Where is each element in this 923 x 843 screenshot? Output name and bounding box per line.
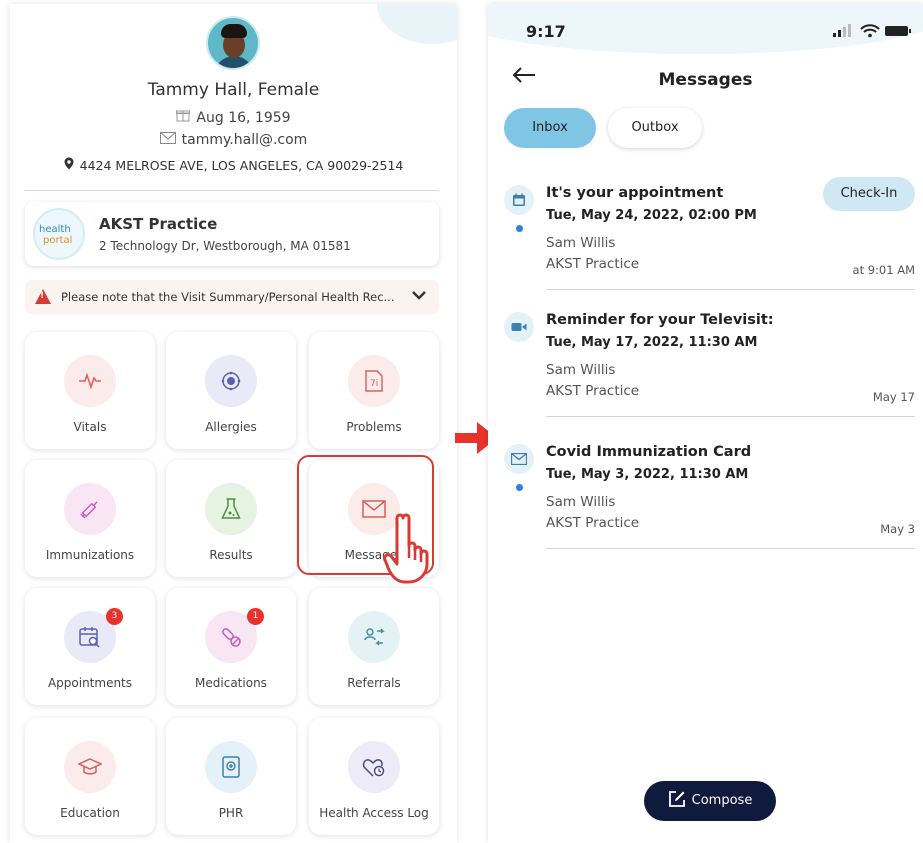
chevron-down-icon[interactable] [411, 286, 427, 305]
tab-outbox[interactable]: Outbox [608, 108, 702, 148]
tile-label: Medications [195, 676, 267, 690]
profile-address: 4424 MELROSE AVE, LOS ANGELES, CA 90029-… [10, 157, 457, 174]
address-text: 4424 MELROSE AVE, LOS ANGELES, CA 90029-… [79, 158, 404, 173]
tile-problems[interactable]: 7i Problems [309, 332, 439, 449]
message-practice: AKST Practice [546, 256, 640, 272]
tile-label: Results [209, 548, 253, 562]
health-portal-logo: health portal [33, 208, 85, 260]
page-title: Messages [658, 70, 753, 90]
tile-label: Referrals [347, 676, 401, 690]
divider [546, 416, 915, 417]
tile-label: Vitals [73, 420, 107, 434]
notice-banner[interactable]: ! Please note that the Visit Summary/Per… [25, 280, 439, 314]
message-subject: Covid Immunization Card [546, 444, 752, 460]
divider [546, 548, 915, 549]
video-icon [504, 312, 534, 342]
status-time: 9:17 [526, 22, 566, 41]
divider [24, 190, 439, 191]
notification-badge: 1 [247, 608, 264, 625]
tile-education[interactable]: Education [25, 718, 155, 835]
tile-label: Problems [346, 420, 402, 434]
message-time: May 17 [872, 390, 915, 404]
document-icon: 7i [348, 355, 400, 407]
message-sender: Sam Willis [546, 494, 616, 510]
message-practice: AKST Practice [546, 515, 640, 531]
calendar-icon [504, 185, 534, 215]
unread-dot [516, 225, 523, 232]
tile-label: Allergies [205, 420, 257, 434]
envelope-icon [504, 444, 534, 474]
tile-referrals[interactable]: Referrals [309, 588, 439, 705]
tile-label: Health Access Log [319, 806, 429, 820]
message-sender: Sam Willis [546, 235, 616, 251]
heartbeat-icon [64, 355, 116, 407]
avatar[interactable] [206, 16, 260, 70]
message-item[interactable]: Covid Immunization Card Tue, May 3, 2022… [488, 444, 923, 570]
dashboard-screen: Tammy Hall, Female Aug 16, 1959 tammy.ha… [10, 4, 457, 843]
practice-card[interactable]: health portal AKST Practice 2 Technology … [25, 202, 439, 266]
message-item[interactable]: It's your appointment Tue, May 24, 2022,… [488, 177, 923, 311]
location-pin-icon [64, 157, 74, 174]
check-in-button[interactable]: Check-In [823, 177, 915, 211]
practice-address: 2 Technology Dr, Westborough, MA 01581 [99, 239, 351, 253]
access-log-icon [348, 741, 400, 793]
unread-dot [516, 484, 523, 491]
notification-badge: 3 [106, 608, 123, 625]
divider [546, 289, 915, 290]
tile-immunizations[interactable]: Immunizations [25, 460, 155, 577]
tile-allergies[interactable]: Allergies [166, 332, 296, 449]
compose-button[interactable]: Compose [644, 781, 776, 821]
tile-label: Immunizations [45, 548, 135, 562]
tile-phr[interactable]: PHR [166, 718, 296, 835]
tile-results[interactable]: Results [166, 460, 296, 577]
decorative-blob [377, 4, 457, 44]
email-text: tammy.hall@.com [181, 132, 308, 148]
messages-screen: 9:17 Messages Inbox Outbox It's your app… [488, 4, 923, 843]
profile-email: tammy.hall@.com [10, 132, 457, 148]
pointing-hand-icon [383, 513, 429, 584]
syringe-icon [64, 483, 116, 535]
message-item[interactable]: Reminder for your Televisit: Tue, May 17… [488, 312, 923, 438]
flask-icon [205, 483, 257, 535]
graduation-cap-icon [64, 741, 116, 793]
message-datetime: Tue, May 24, 2022, 02:00 PM [546, 208, 757, 223]
notice-text: Please note that the Visit Summary/Perso… [61, 290, 395, 304]
message-practice: AKST Practice [546, 383, 640, 399]
profile-dob: Aug 16, 1959 [10, 108, 457, 126]
allergy-icon [205, 355, 257, 407]
tile-medications[interactable]: 1 Medications [166, 588, 296, 705]
profile-name: Tammy Hall, Female [147, 80, 320, 100]
message-time: at 9:01 AM [852, 263, 915, 277]
message-sender: Sam Willis [546, 362, 616, 378]
dob-text: Aug 16, 1959 [196, 110, 291, 126]
tile-vitals[interactable]: Vitals [25, 332, 155, 449]
practice-name: AKST Practice [99, 215, 218, 233]
phr-icon [205, 741, 257, 793]
message-datetime: Tue, May 3, 2022, 11:30 AM [546, 467, 749, 482]
message-subject: It's your appointment [546, 185, 724, 201]
svg-text:7i: 7i [370, 379, 378, 389]
message-datetime: Tue, May 17, 2022, 11:30 AM [546, 335, 758, 350]
message-time: May 3 [880, 522, 915, 536]
gift-icon [176, 108, 191, 126]
compose-label: Compose [691, 793, 753, 808]
tile-appointments[interactable]: 3 Appointments [25, 588, 155, 705]
compose-icon [668, 791, 685, 807]
status-icons [833, 24, 911, 38]
mail-icon [159, 132, 176, 148]
tile-label: PHR [218, 806, 244, 820]
message-subject: Reminder for your Televisit: [546, 312, 774, 328]
tile-health-access-log[interactable]: Health Access Log [309, 718, 439, 835]
referral-icon [348, 611, 400, 663]
tile-label: Education [60, 806, 120, 820]
tile-label: Appointments [47, 676, 133, 690]
tab-inbox[interactable]: Inbox [504, 108, 596, 148]
